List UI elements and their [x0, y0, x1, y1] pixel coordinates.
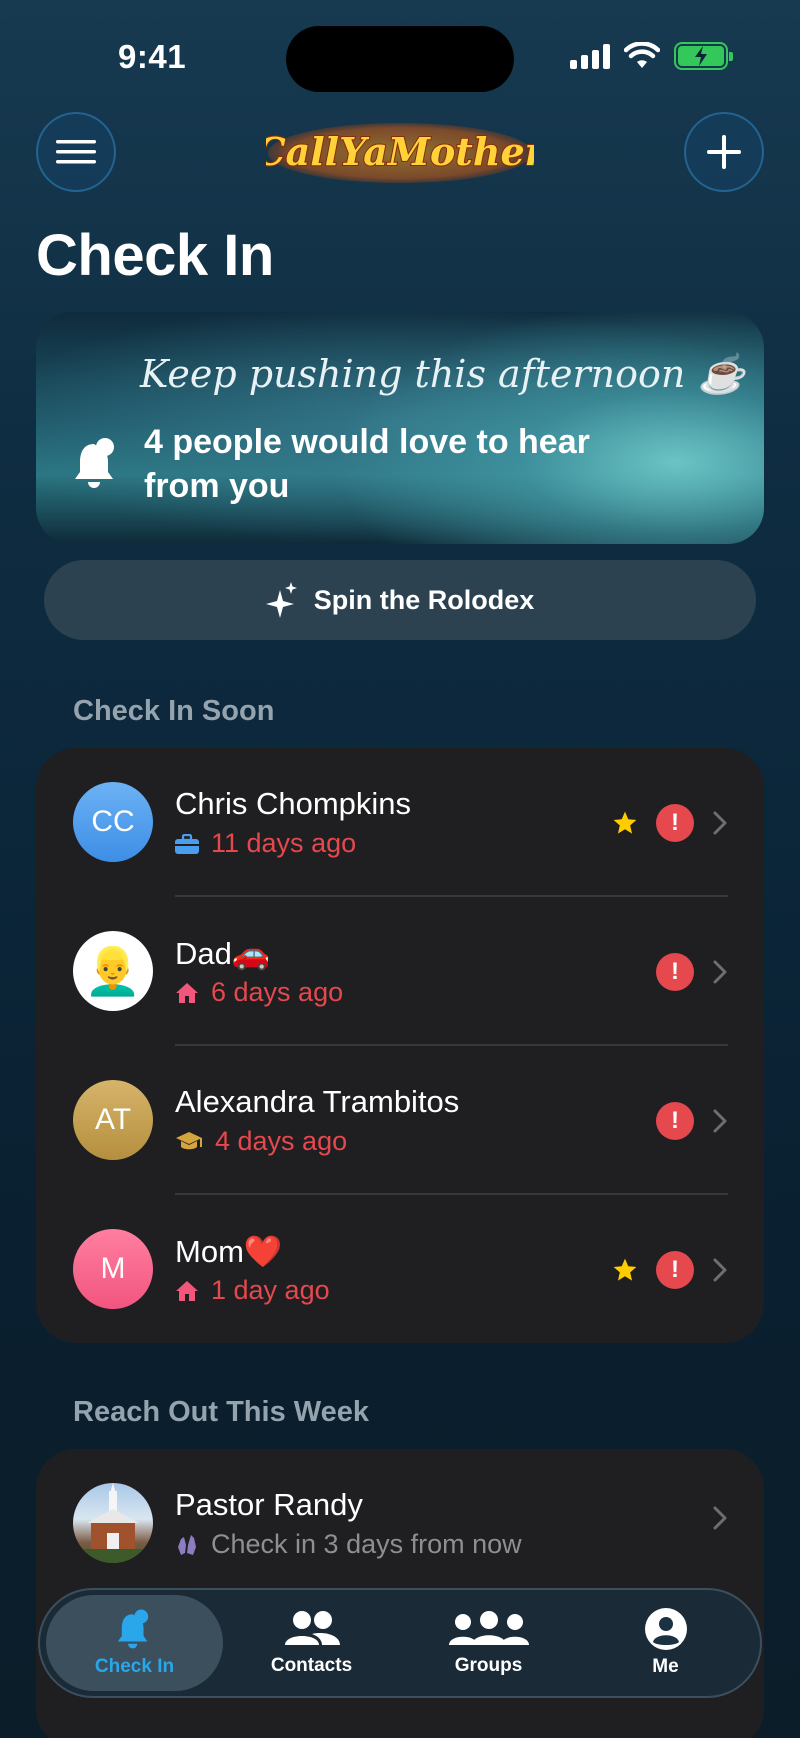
avatar: 👱‍♂️ — [73, 931, 153, 1011]
star-icon — [613, 811, 637, 834]
briefcase-icon — [175, 833, 199, 854]
chevron-right-icon — [713, 1506, 727, 1530]
contact-name: Alexandra Trambitos — [175, 1084, 460, 1119]
graduation-cap-icon — [176, 1131, 202, 1149]
section-title-reach-out-this-week: Reach Out This Week — [73, 1396, 369, 1428]
tab-label: Check In — [94, 1656, 175, 1677]
list-item[interactable]: AT Alexandra Trambitos 4 days ago ! — [36, 1046, 764, 1195]
tab-bar: Check In Contacts Groups Me — [38, 1588, 762, 1698]
row-indicators — [712, 1505, 728, 1531]
last-contact-text: 4 days ago — [215, 1126, 348, 1156]
spin-rolodex-button[interactable]: Spin the Rolodex — [44, 560, 756, 640]
row-indicators: ! — [612, 1251, 728, 1289]
app-logo: CallYaMother — [266, 123, 534, 183]
page-title: Check In — [36, 223, 274, 288]
next-check-in-text: Check in 3 days from now — [211, 1529, 522, 1559]
reminder-card[interactable]: Keep pushing this afternoon ☕ 4 people w… — [36, 312, 764, 544]
contact-name: Chris Chompkins — [175, 786, 412, 821]
church-photo-icon — [73, 1483, 153, 1563]
last-contact: 4 days ago — [175, 1126, 347, 1157]
hero-tagline: Keep pushing this afternoon ☕ — [140, 352, 745, 396]
people-icon — [284, 1611, 340, 1645]
last-contact: 1 day ago — [175, 1275, 330, 1306]
avatar: AT — [73, 1080, 153, 1160]
list-item[interactable]: Pastor Randy Check in 3 days from now — [36, 1449, 764, 1598]
last-contact-text: 6 days ago — [211, 977, 344, 1007]
tab-label: Contacts — [270, 1655, 353, 1676]
hamburger-icon — [56, 140, 96, 164]
tab-label: Groups — [454, 1655, 523, 1676]
list-item[interactable]: CC Chris Chompkins 11 days ago ! — [36, 748, 764, 897]
tab-check-in[interactable]: Check In — [46, 1595, 223, 1691]
contact-name: Pastor Randy — [175, 1487, 363, 1522]
bell-badge-icon — [117, 1609, 148, 1649]
person-circle-icon — [644, 1608, 687, 1650]
tab-contacts[interactable]: Contacts — [223, 1595, 400, 1691]
house-icon — [176, 982, 198, 1003]
last-contact-text: 1 day ago — [211, 1275, 330, 1305]
row-indicators: ! — [656, 1102, 728, 1140]
group-icon — [448, 1611, 529, 1645]
last-contact-text: 11 days ago — [211, 828, 357, 858]
overdue-alert-icon: ! — [656, 1102, 694, 1140]
tab-me[interactable]: Me — [577, 1595, 754, 1691]
overdue-alert-icon: ! — [656, 1251, 694, 1289]
chevron-right-icon — [713, 1109, 727, 1133]
tab-groups[interactable]: Groups — [400, 1595, 577, 1691]
list-item[interactable]: M Mom❤️ 1 day ago ! — [36, 1195, 764, 1343]
row-indicators: ! — [612, 804, 728, 842]
last-contact: 11 days ago — [175, 828, 356, 859]
avatar: CC — [73, 782, 153, 862]
overdue-alert-icon: ! — [656, 953, 694, 991]
plus-icon — [707, 135, 741, 169]
house-icon — [176, 1280, 198, 1301]
avatar: M — [73, 1229, 153, 1309]
chevron-right-icon — [713, 811, 727, 835]
hero-message: 4 people would love to hear from you — [144, 423, 590, 505]
svg-text:CallYaMother: CallYaMother — [266, 129, 534, 174]
chevron-right-icon — [713, 1258, 727, 1282]
bell-badge-icon — [75, 438, 114, 488]
overdue-alert-icon: ! — [656, 804, 694, 842]
list-item[interactable]: 👱‍♂️ Dad🚗 6 days ago ! — [36, 897, 764, 1046]
sparkles-icon — [265, 582, 297, 618]
battery-icon — [674, 42, 733, 70]
star-icon — [613, 1258, 637, 1281]
check-in-soon-list: CC Chris Chompkins 11 days ago ! 👱‍♂️ Da… — [36, 748, 764, 1343]
wifi-icon — [624, 42, 660, 68]
add-contact-button[interactable] — [684, 112, 764, 192]
avatar — [73, 1483, 153, 1563]
section-title-check-in-soon: Check In Soon — [73, 695, 275, 727]
row-indicators: ! — [656, 953, 728, 991]
last-contact: 6 days ago — [175, 977, 343, 1008]
praying-hands-icon — [178, 1534, 196, 1555]
contact-name: Mom❤️ — [175, 1234, 283, 1269]
status-icons — [570, 42, 733, 70]
dynamic-island — [286, 26, 514, 92]
status-time: 9:41 — [118, 38, 187, 75]
next-check-in: Check in 3 days from now — [175, 1529, 522, 1560]
chevron-right-icon — [713, 960, 727, 984]
spin-button-label: Spin the Rolodex — [313, 584, 535, 615]
tab-label: Me — [652, 1656, 679, 1677]
contact-name: Dad🚗 — [175, 936, 271, 971]
menu-button[interactable] — [36, 112, 116, 192]
cellular-signal-icon — [570, 43, 610, 69]
